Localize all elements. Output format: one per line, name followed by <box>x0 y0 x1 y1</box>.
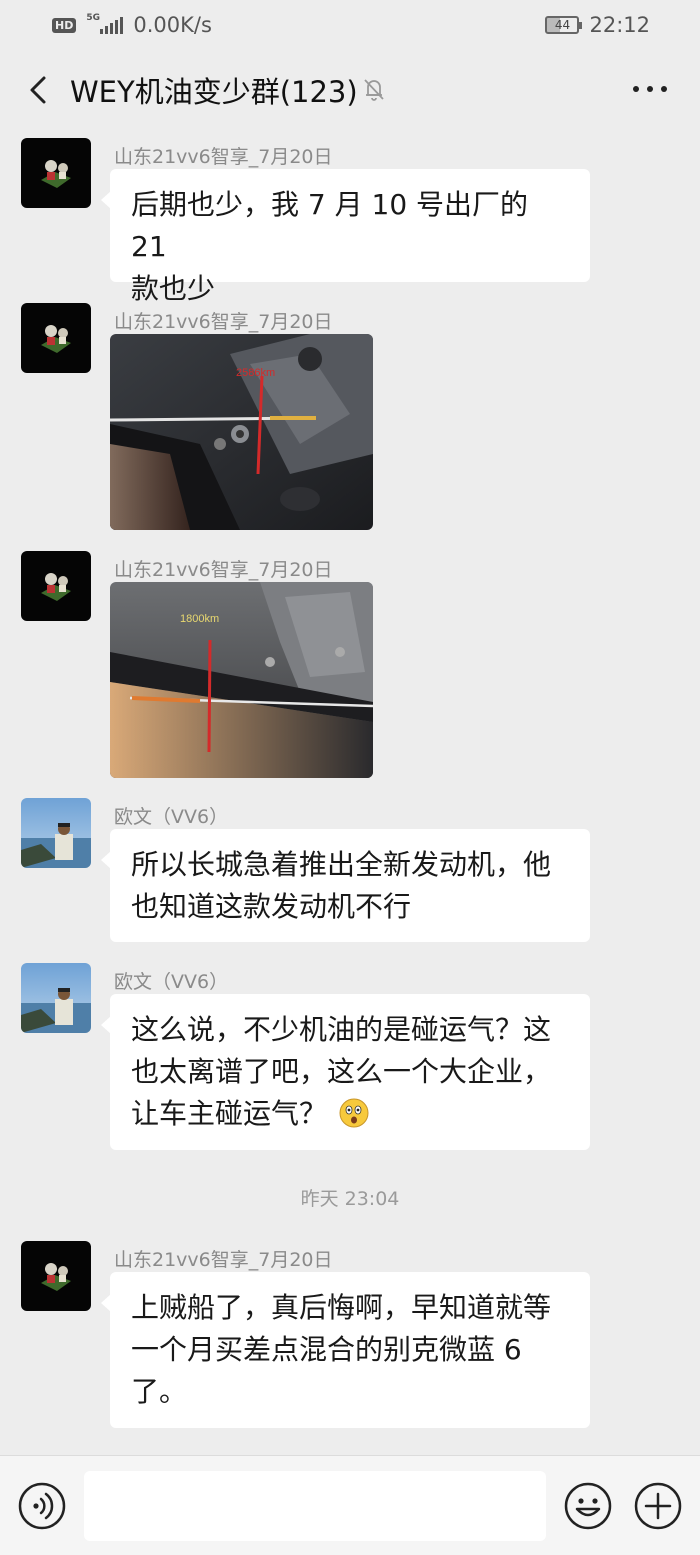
message-line: 所以长城急着推出全新发动机，他 <box>131 848 552 881</box>
message-input[interactable] <box>84 1471 546 1541</box>
voice-icon[interactable] <box>17 1481 67 1531</box>
network-type-label: 5G <box>86 13 100 23</box>
time-divider: 昨天 23:04 <box>300 1188 400 1210</box>
clock: 22:12 <box>589 13 650 37</box>
more-dots-icon[interactable] <box>630 77 670 101</box>
signal-icon: 5G <box>86 13 124 34</box>
emoji-icon[interactable] <box>563 1481 613 1531</box>
avatar[interactable] <box>21 963 91 1033</box>
status-bar: HD 5G 0.00K/s 44 22:12 <box>0 0 700 50</box>
chat-input-bar <box>0 1455 700 1555</box>
message-bubble[interactable]: 后期也少，我 7 月 10 号出厂的 21 款也少 <box>101 169 590 305</box>
surprised-face-emoji <box>339 1098 369 1128</box>
image-mileage-label: 2586km <box>236 367 275 379</box>
message-bubble[interactable]: 上贼船了，真后悔啊，早知道就等 一个月买差点混合的别克微蓝 6 了。 <box>101 1272 590 1428</box>
message-line: 让车主碰运气？ <box>131 1097 328 1130</box>
message-bubble[interactable]: 这么说，不少机油的是碰运气？这 也太离谱了吧，这么一个大企业， 让车主碰运气？ <box>101 994 590 1150</box>
chat-title: WEY机油变少群(123) <box>70 75 358 109</box>
plus-icon[interactable] <box>633 1481 683 1531</box>
message-line: 也知道这款发动机不行 <box>131 890 412 923</box>
network-speed: 0.00K/s <box>133 13 212 37</box>
sender-name: 山东21vv6智享_7月20日 <box>114 559 333 581</box>
dipstick-photo[interactable]: 2586km <box>110 334 373 530</box>
back-arrow-icon[interactable] <box>20 70 60 110</box>
bell-muted-icon <box>364 79 384 101</box>
message-bubble[interactable]: 所以长城急着推出全新发动机，他 也知道这款发动机不行 <box>101 829 590 942</box>
chat-header: WEY机油变少群(123) <box>0 55 700 125</box>
image-mileage-label: 1800km <box>180 613 219 625</box>
battery-icon: 44 <box>545 16 583 34</box>
hd-badge: HD <box>52 17 77 33</box>
avatar[interactable] <box>21 798 91 868</box>
avatar[interactable] <box>21 1241 91 1311</box>
avatar[interactable] <box>21 303 91 373</box>
dipstick-photo[interactable]: 1800km <box>110 582 373 778</box>
sender-name: 欧文（VV6） <box>114 806 229 828</box>
sender-name: 欧文（VV6） <box>114 971 229 993</box>
message-line: 这么说，不少机油的是碰运气？这 <box>131 1013 552 1046</box>
message-line: 一个月买差点混合的别克微蓝 6 <box>131 1333 522 1366</box>
sender-name: 山东21vv6智享_7月20日 <box>114 311 333 333</box>
message-line: 了。 <box>131 1375 188 1408</box>
message-line: 也太离谱了吧，这么一个大企业， <box>131 1055 552 1088</box>
message-line: 上贼船了，真后悔啊，早知道就等 <box>131 1291 552 1324</box>
message-line: 后期也少，我 7 月 10 号出厂的 21 <box>131 188 529 263</box>
sender-name: 山东21vv6智享_7月20日 <box>114 1249 333 1271</box>
avatar[interactable] <box>21 551 91 621</box>
avatar[interactable] <box>21 138 91 208</box>
sender-name: 山东21vv6智享_7月20日 <box>114 146 333 168</box>
message-line: 款也少 <box>131 272 216 305</box>
